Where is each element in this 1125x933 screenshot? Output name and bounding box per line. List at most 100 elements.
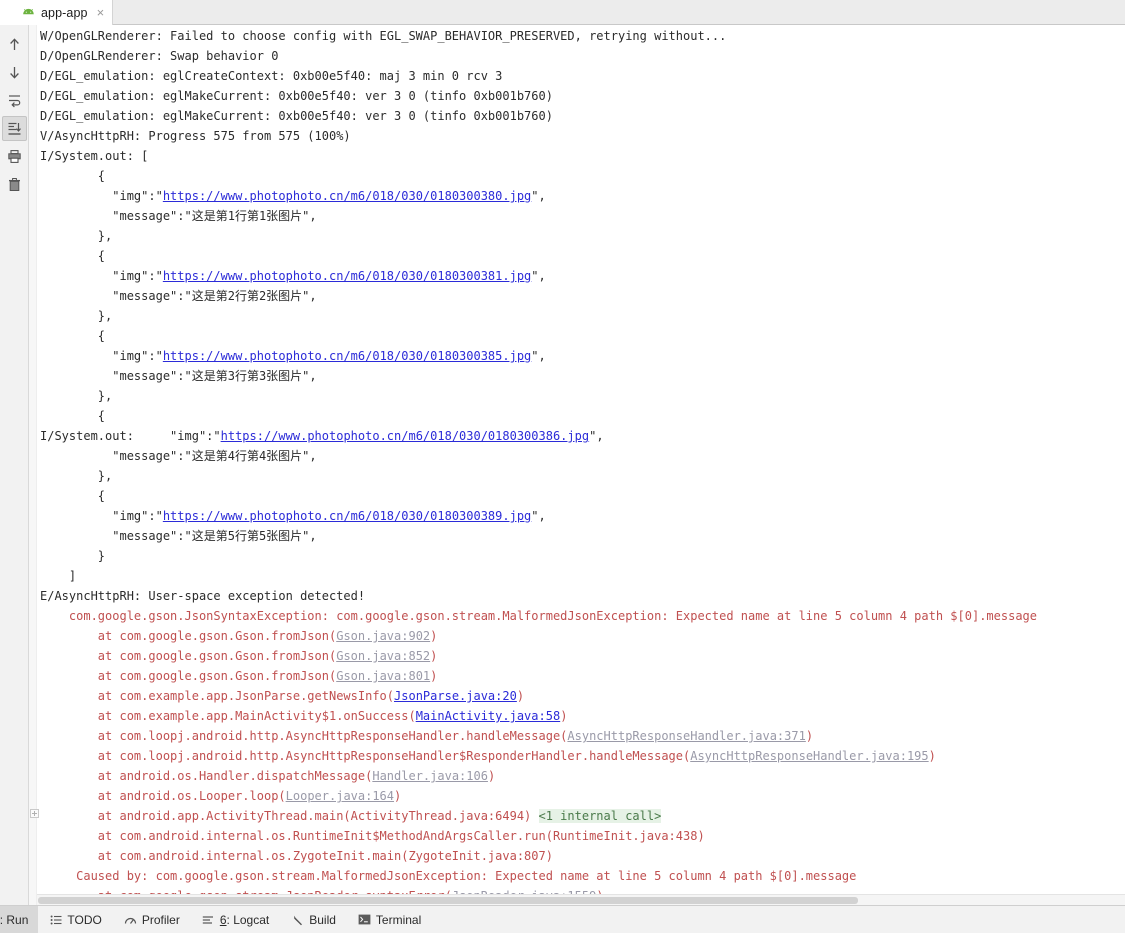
console-text: D/EGL_emulation: eglMakeCurrent: 0xb00e5… xyxy=(40,109,553,123)
console-url-link[interactable]: https://www.photophoto.cn/m6/018/030/018… xyxy=(163,189,531,203)
console-line: at com.loopj.android.http.AsyncHttpRespo… xyxy=(40,726,1125,746)
console-file-link[interactable]: MainActivity.java:58 xyxy=(416,709,561,723)
console-text: { xyxy=(40,329,106,343)
console-line: "img":"https://www.photophoto.cn/m6/018/… xyxy=(40,506,1125,526)
console-line: "img":"https://www.photophoto.cn/m6/018/… xyxy=(40,346,1125,366)
console-line: I/System.out: [ xyxy=(40,146,1125,166)
console-text: }, xyxy=(40,309,113,323)
run-console[interactable]: W/OpenGLRenderer: Failed to choose confi… xyxy=(29,25,1125,905)
console-line: "message":"这是第2行第2张图片", xyxy=(40,286,1125,306)
trash-icon[interactable] xyxy=(2,172,27,197)
tab-label: app-app xyxy=(41,5,88,20)
print-icon[interactable] xyxy=(2,144,27,169)
console-url-link[interactable]: https://www.photophoto.cn/m6/018/030/018… xyxy=(163,349,531,363)
console-line: at android.os.Looper.loop(Looper.java:16… xyxy=(40,786,1125,806)
status-tab-label: Profiler xyxy=(141,912,180,927)
console-line: "message":"这是第1行第1张图片", xyxy=(40,206,1125,226)
console-line: } xyxy=(40,546,1125,566)
console-error-text: ) xyxy=(560,709,568,723)
console-file-link[interactable]: AsyncHttpResponseHandler.java:195 xyxy=(690,749,928,763)
console-error-text: Caused by: com.google.gson.stream.Malfor… xyxy=(40,869,857,883)
console-file-link[interactable]: JsonParse.java:20 xyxy=(394,689,517,703)
console-text: ", xyxy=(589,429,604,443)
console-error-text: at com.loopj.android.http.AsyncHttpRespo… xyxy=(40,729,568,743)
bottom-tool-window-bar: 4: Run TODO Profiler 6: Logcat Build Terminal xyxy=(0,905,1125,933)
soft-wrap-icon[interactable] xyxy=(2,88,27,113)
console-line: E/AsyncHttpRH: User-space exception dete… xyxy=(40,586,1125,606)
console-error-text: at com.loopj.android.http.AsyncHttpRespo… xyxy=(40,749,691,763)
console-line: at com.example.app.JsonParse.getNewsInfo… xyxy=(40,686,1125,706)
console-file-link[interactable]: Gson.java:801 xyxy=(336,669,430,683)
console-file-link[interactable]: Gson.java:902 xyxy=(336,629,430,643)
console-error-text: at com.google.gson.Gson.fromJson( xyxy=(40,649,337,663)
tab-app-app[interactable]: app-app × xyxy=(0,0,114,25)
console-line: at android.app.ActivityThread.main(Activ… xyxy=(40,806,1125,826)
console-text: }, xyxy=(40,229,113,243)
horizontal-scrollbar[interactable] xyxy=(37,894,1125,905)
console-error-text: ) xyxy=(430,649,438,663)
console-line: "message":"这是第4行第4张图片", xyxy=(40,446,1125,466)
android-studio-run-window: app-app × W/OpenGLRenderer: Failed to ch… xyxy=(0,0,1125,933)
console-error-text: at com.android.internal.os.RuntimeInit$M… xyxy=(40,829,705,843)
console-text: "message":"这是第1行第1张图片", xyxy=(40,209,317,223)
status-tab-todo[interactable]: TODO xyxy=(38,906,112,933)
console-text: { xyxy=(40,409,106,423)
console-text: I/System.out: "img":" xyxy=(40,429,221,443)
console-url-link[interactable]: https://www.photophoto.cn/m6/018/030/018… xyxy=(221,429,589,443)
console-line: D/EGL_emulation: eglMakeCurrent: 0xb00e5… xyxy=(40,86,1125,106)
horizontal-scrollbar-thumb[interactable] xyxy=(38,897,858,904)
console-url-link[interactable]: https://www.photophoto.cn/m6/018/030/018… xyxy=(163,269,531,283)
console-error-text: ) xyxy=(430,629,438,643)
console-error-text: at android.os.Handler.dispatchMessage( xyxy=(40,769,373,783)
console-text: ", xyxy=(531,509,546,523)
console-text: ", xyxy=(531,349,546,363)
console-text: }, xyxy=(40,469,113,483)
status-tab-label: TODO xyxy=(67,912,102,927)
console-error-text: at com.google.gson.Gson.fromJson( xyxy=(40,669,337,683)
console-text: W/OpenGLRenderer: Failed to choose confi… xyxy=(40,29,727,43)
console-line: { xyxy=(40,166,1125,186)
status-tab-4-run[interactable]: 4: Run xyxy=(0,906,39,933)
console-text: ", xyxy=(531,269,546,283)
console-line: }, xyxy=(40,386,1125,406)
down-arrow-icon[interactable] xyxy=(2,60,27,85)
console-error-text: ) xyxy=(928,749,936,763)
status-tab-6-logcat[interactable]: 6: Logcat xyxy=(191,906,280,933)
console-text: ] xyxy=(40,569,77,583)
console-line: at android.os.Handler.dispatchMessage(Ha… xyxy=(40,766,1125,786)
console-line: at com.google.gson.Gson.fromJson(Gson.ja… xyxy=(40,666,1125,686)
close-icon[interactable]: × xyxy=(97,6,105,19)
console-url-link[interactable]: https://www.photophoto.cn/m6/018/030/018… xyxy=(163,509,531,523)
up-arrow-icon[interactable] xyxy=(2,32,27,57)
console-file-link[interactable]: Gson.java:852 xyxy=(336,649,430,663)
android-icon xyxy=(22,8,35,18)
console-error-text: ) xyxy=(430,669,438,683)
console-line: D/OpenGLRenderer: Swap behavior 0 xyxy=(40,46,1125,66)
status-tab-terminal[interactable]: Terminal xyxy=(347,906,432,933)
console-file-link[interactable]: Handler.java:106 xyxy=(372,769,488,783)
console-file-link[interactable]: AsyncHttpResponseHandler.java:371 xyxy=(567,729,805,743)
console-line: com.google.gson.JsonSyntaxException: com… xyxy=(40,606,1125,626)
console-text: "img":" xyxy=(40,349,163,363)
logcat-icon xyxy=(202,913,215,926)
console-error-text: ) xyxy=(805,729,814,743)
profiler-icon xyxy=(124,913,137,926)
console-error-text: at com.example.app.JsonParse.getNewsInfo… xyxy=(40,689,395,703)
todo-icon xyxy=(49,913,62,926)
console-line: D/EGL_emulation: eglCreateContext: 0xb00… xyxy=(40,66,1125,86)
console-file-link[interactable]: Looper.java:164 xyxy=(286,789,394,803)
console-text: "img":" xyxy=(40,509,163,523)
status-tab-profiler[interactable]: Profiler xyxy=(113,906,191,933)
console-line: V/AsyncHttpRH: Progress 575 from 575 (10… xyxy=(40,126,1125,146)
console-text: I/System.out: [ xyxy=(40,149,149,163)
console-line: at com.loopj.android.http.AsyncHttpRespo… xyxy=(40,746,1125,766)
fold-expand-icon[interactable] xyxy=(30,809,39,818)
console-line: at com.google.gson.Gson.fromJson(Gson.ja… xyxy=(40,646,1125,666)
status-tab-build[interactable]: Build xyxy=(280,906,347,933)
internal-call-badge: <1 internal call> xyxy=(538,809,662,823)
console-line: Caused by: com.google.gson.stream.Malfor… xyxy=(40,866,1125,886)
console-log-text[interactable]: W/OpenGLRenderer: Failed to choose confi… xyxy=(40,25,1125,903)
console-text: "message":"这是第4行第4张图片", xyxy=(40,449,317,463)
scroll-to-end-icon[interactable] xyxy=(1,116,27,141)
console-text: "message":"这是第2行第2张图片", xyxy=(40,289,317,303)
